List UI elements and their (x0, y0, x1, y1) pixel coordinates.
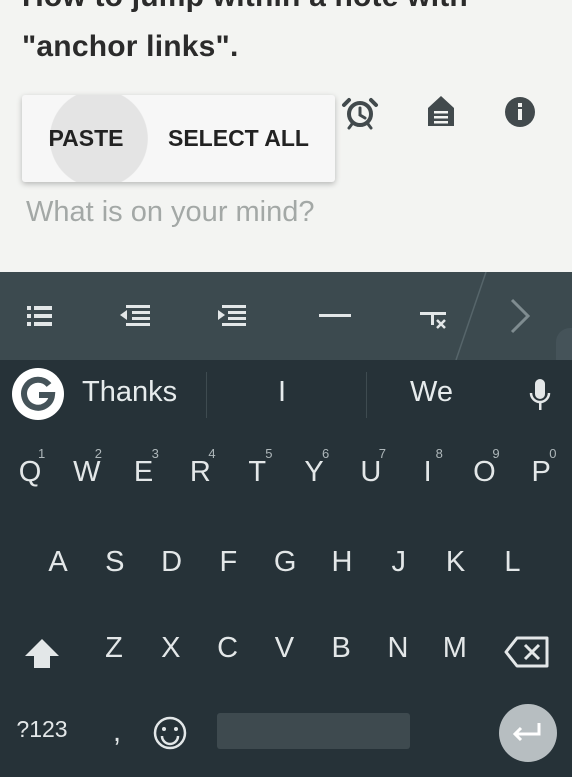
key-j[interactable]: J (377, 546, 421, 579)
shift-icon[interactable] (22, 636, 62, 670)
key-x[interactable]: X (149, 632, 193, 665)
key-y[interactable]: Y (292, 456, 336, 489)
toolbar-divider (455, 272, 487, 360)
key-w[interactable]: W (65, 456, 109, 489)
key-m[interactable]: M (433, 632, 477, 665)
key-hint-9: 9 (492, 446, 500, 461)
symbols-key[interactable]: ?123 (9, 716, 75, 743)
key-h[interactable]: H (320, 546, 364, 579)
key-s[interactable]: S (93, 546, 137, 579)
key-z[interactable]: Z (92, 632, 136, 665)
key-hint-6: 6 (322, 446, 330, 461)
key-t[interactable]: T (235, 456, 279, 489)
key-p[interactable]: P (519, 456, 563, 489)
suggestion-left[interactable]: Thanks (82, 376, 177, 409)
key-hint-7: 7 (378, 446, 387, 461)
suggestion-divider (366, 372, 367, 418)
suggestion-center[interactable]: I (278, 376, 286, 409)
chevron-right-icon[interactable] (500, 296, 540, 336)
indent-icon[interactable] (212, 296, 252, 336)
key-i[interactable]: I (406, 456, 450, 489)
key-k[interactable]: K (434, 546, 478, 579)
space-key[interactable] (217, 713, 410, 749)
key-c[interactable]: C (206, 632, 250, 665)
key-hint-4: 4 (208, 446, 216, 461)
suggestion-right[interactable]: We (410, 376, 453, 409)
note-body-input[interactable]: What is on your mind? (26, 196, 315, 229)
paste-button[interactable]: PASTE (22, 95, 150, 182)
note-title-line-2: "anchor links". (22, 30, 239, 63)
key-g[interactable]: G (263, 546, 307, 579)
key-r[interactable]: R (178, 456, 222, 489)
note-title-line-1: How to jump within a note with (22, 0, 468, 14)
key-b[interactable]: B (319, 632, 363, 665)
clear-format-icon[interactable] (412, 296, 452, 336)
key-a[interactable]: A (36, 546, 80, 579)
key-hint-5: 5 (265, 446, 273, 461)
key-f[interactable]: F (206, 546, 250, 579)
google-g-icon[interactable] (12, 368, 64, 420)
microphone-icon[interactable] (525, 376, 555, 416)
backspace-icon[interactable] (503, 634, 551, 670)
emoji-icon[interactable] (150, 713, 190, 753)
key-u[interactable]: U (349, 456, 393, 489)
key-hint-0: 0 (549, 446, 557, 461)
text-context-menu: PASTE SELECT ALL (22, 95, 335, 182)
key-hint-3: 3 (151, 446, 159, 461)
key-hint-1: 1 (38, 446, 46, 461)
key-e[interactable]: E (122, 456, 166, 489)
bullet-list-icon[interactable] (20, 296, 60, 336)
key-l[interactable]: L (490, 546, 534, 579)
enter-key[interactable] (499, 704, 557, 762)
note-editor: How to jump within a note with "anchor l… (0, 0, 572, 272)
alarm-icon[interactable] (340, 92, 380, 132)
key-v[interactable]: V (262, 632, 306, 665)
key-q[interactable]: Q (8, 456, 52, 489)
formatting-toolbar (0, 272, 572, 360)
key-o[interactable]: O (462, 456, 506, 489)
suggestion-divider (206, 372, 207, 418)
key-hint-2: 2 (94, 446, 103, 461)
outdent-icon[interactable] (116, 296, 156, 336)
comma-key[interactable]: , (95, 716, 139, 749)
info-icon[interactable] (500, 92, 540, 132)
enter-icon (512, 723, 541, 742)
select-all-button[interactable]: SELECT ALL (168, 95, 318, 182)
note-lock-icon[interactable] (421, 92, 461, 132)
horizontal-rule-icon[interactable] (315, 296, 355, 336)
key-hint-8: 8 (435, 446, 443, 461)
key-d[interactable]: D (150, 546, 194, 579)
key-n[interactable]: N (376, 632, 420, 665)
